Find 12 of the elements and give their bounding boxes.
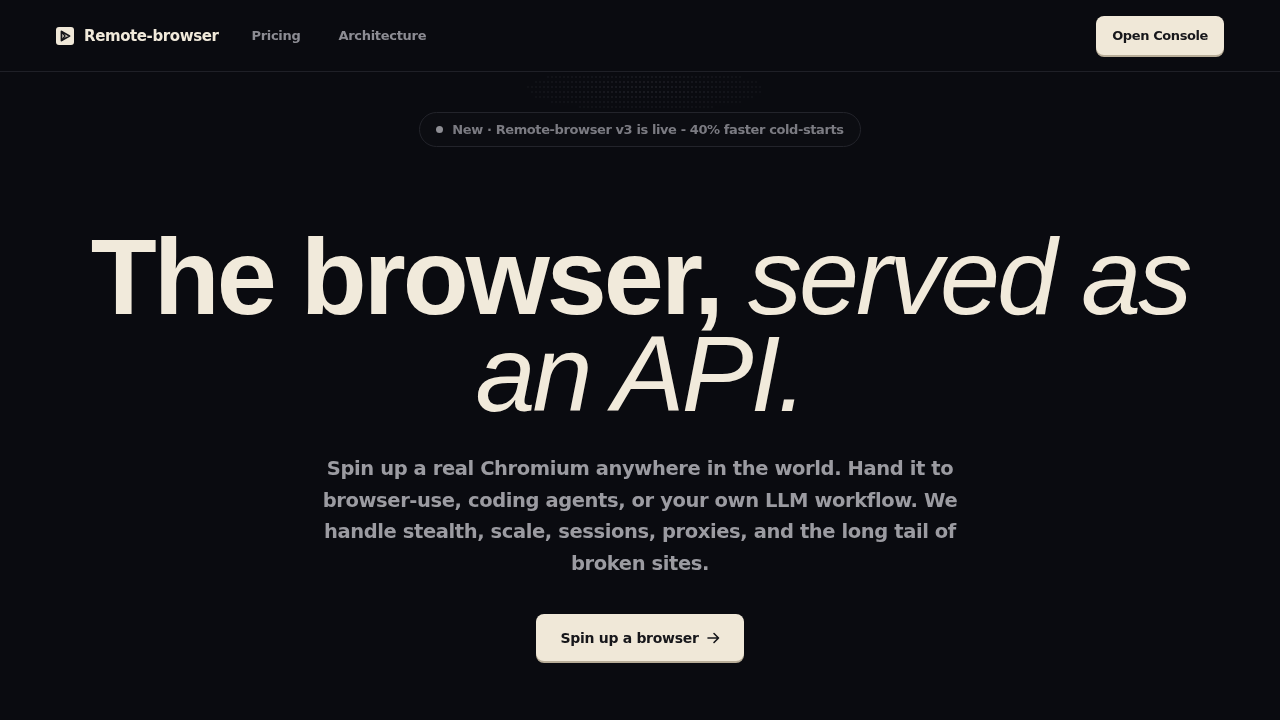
nav-link[interactable]: Architecture <box>338 28 427 43</box>
hero-description: Spin up a real Chromium anywhere in the world. Hand it to browser-use, coding agents, or your own LLM workflow. We handle stealth, scale, sessions, proxies, and the long tail of broken sites. <box>321 456 959 577</box>
logo-icon <box>56 26 74 45</box>
status-dot-icon <box>436 126 444 133</box>
announcement-text: New · Remote-browser v3 is live - 40% faster cold-starts <box>452 122 844 137</box>
nav-link[interactable]: Pricing <box>251 28 301 43</box>
announcement-badge[interactable]: New · Remote-browser v3 is live - 40% faster cold-starts <box>419 112 861 147</box>
brand-name[interactable]: Remote-browser <box>84 26 219 45</box>
hero-headline: The browser, served as an API. <box>89 218 1191 432</box>
spin-up-browser-button[interactable]: Spin up a browser <box>536 614 744 661</box>
arrow-right-icon <box>706 631 720 644</box>
open-console-button[interactable]: Open Console <box>1096 15 1224 55</box>
